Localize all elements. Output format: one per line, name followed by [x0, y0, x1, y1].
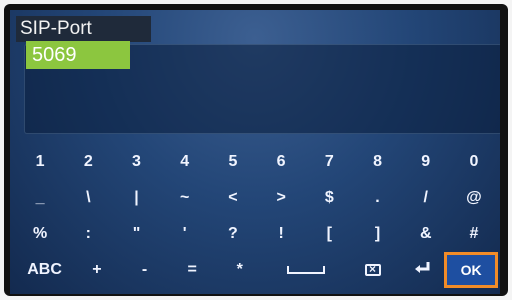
- key-colon[interactable]: :: [64, 216, 112, 252]
- key-dot[interactable]: .: [353, 180, 401, 216]
- key-9[interactable]: 9: [402, 144, 450, 180]
- space-button[interactable]: [264, 252, 350, 288]
- sip-port-field[interactable]: 5069: [26, 41, 130, 69]
- key-slash[interactable]: /: [402, 180, 450, 216]
- key-less-than[interactable]: <: [209, 180, 257, 216]
- space-icon: [287, 266, 326, 274]
- key-7[interactable]: 7: [305, 144, 353, 180]
- backspace-button[interactable]: [349, 252, 397, 288]
- key-ampersand[interactable]: &: [402, 216, 450, 252]
- key-pipe[interactable]: |: [112, 180, 160, 216]
- key-2[interactable]: 2: [64, 144, 112, 180]
- key-backslash[interactable]: \: [64, 180, 112, 216]
- keyboard-row-numbers: 1 2 3 4 5 6 7 8 9 0: [16, 144, 498, 180]
- key-6[interactable]: 6: [257, 144, 305, 180]
- keyboard-row-symbols-1: _ \ | ~ < > $ . / @: [16, 180, 498, 216]
- key-double-quote[interactable]: ": [112, 216, 160, 252]
- key-1[interactable]: 1: [16, 144, 64, 180]
- enter-icon: [411, 260, 431, 281]
- on-screen-keyboard: 1 2 3 4 5 6 7 8 9 0 _ \ | ~ < > $ . / @ …: [16, 144, 498, 292]
- abc-button[interactable]: ABC: [16, 252, 73, 288]
- key-question[interactable]: ?: [209, 216, 257, 252]
- key-dollar[interactable]: $: [305, 180, 353, 216]
- key-tilde[interactable]: ~: [161, 180, 209, 216]
- enter-button[interactable]: [397, 252, 445, 288]
- key-single-quote[interactable]: ': [161, 216, 209, 252]
- key-minus[interactable]: -: [121, 252, 169, 288]
- page-title: SIP-Port: [16, 16, 151, 42]
- key-hash[interactable]: #: [450, 216, 498, 252]
- key-5[interactable]: 5: [209, 144, 257, 180]
- key-8[interactable]: 8: [353, 144, 401, 180]
- key-underscore[interactable]: _: [16, 180, 64, 216]
- key-greater-than[interactable]: >: [257, 180, 305, 216]
- screen: SIP-Port 5069 1 2 3 4 5 6 7 8 9 0 _ \ | …: [10, 10, 500, 294]
- key-percent[interactable]: %: [16, 216, 64, 252]
- key-bracket-left[interactable]: [: [305, 216, 353, 252]
- keyboard-row-controls: ABC + - = * OK: [16, 252, 498, 288]
- key-bracket-right[interactable]: ]: [353, 216, 401, 252]
- key-3[interactable]: 3: [112, 144, 160, 180]
- keyboard-row-symbols-2: % : " ' ? ! [ ] & #: [16, 216, 498, 252]
- key-star[interactable]: *: [216, 252, 264, 288]
- key-at[interactable]: @: [450, 180, 498, 216]
- key-exclamation[interactable]: !: [257, 216, 305, 252]
- backspace-icon: [364, 262, 381, 276]
- key-0[interactable]: 0: [450, 144, 498, 180]
- ok-button[interactable]: OK: [444, 252, 498, 288]
- key-4[interactable]: 4: [161, 144, 209, 180]
- key-plus[interactable]: +: [73, 252, 121, 288]
- key-equals[interactable]: =: [168, 252, 216, 288]
